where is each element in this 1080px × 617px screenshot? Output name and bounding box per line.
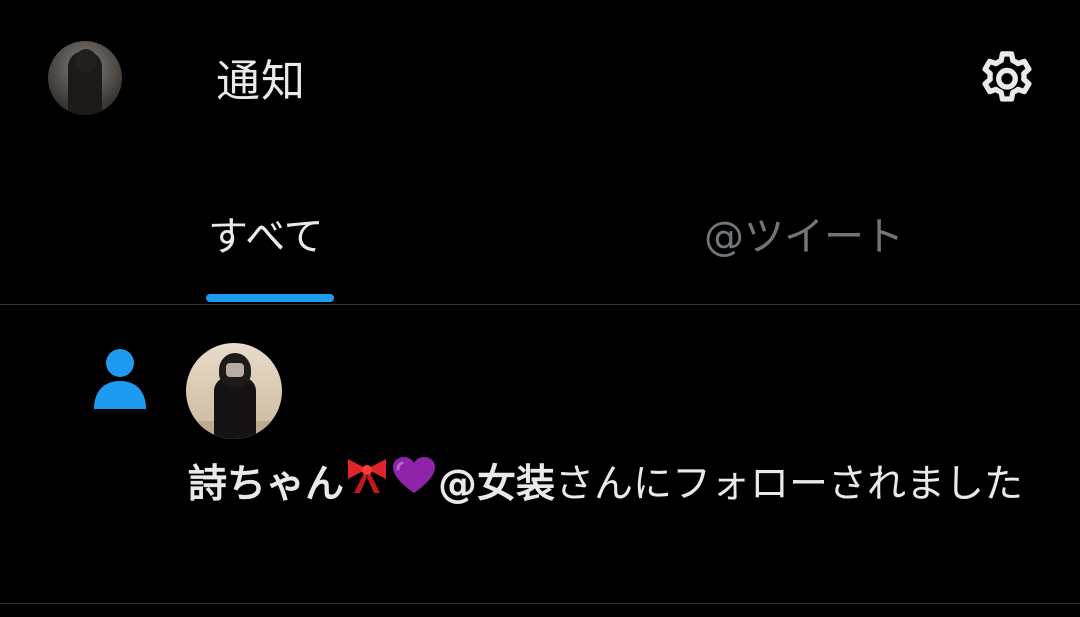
gear-icon <box>982 51 1032 102</box>
action-text: さんにフォローされました <box>555 462 1024 507</box>
notification-tabs: すべて @ツイート <box>0 190 1080 304</box>
avatar-head <box>75 49 97 73</box>
notification-divider <box>0 603 1080 604</box>
active-tab-indicator <box>206 294 334 302</box>
follower-handle-suffix: @女装 <box>438 462 556 507</box>
ribbon-icon <box>344 451 390 515</box>
person-follow-icon <box>94 349 146 409</box>
notification-item[interactable]: 詩ちゃん @女装さんにフォローされました <box>0 305 1080 603</box>
avatar-face <box>226 363 244 377</box>
tab-all-label: すべて <box>208 214 324 260</box>
page-title: 通知 <box>216 56 306 107</box>
notification-text: 詩ちゃん @女装さんにフォローされました <box>188 453 1038 517</box>
settings-button[interactable] <box>972 44 1042 114</box>
tab-all[interactable]: すべて <box>170 190 370 304</box>
tab-mentions-label: @ツイート <box>704 214 904 260</box>
follower-name[interactable]: 詩ちゃん <box>188 462 344 507</box>
purple-heart-icon <box>390 451 438 515</box>
top-app-bar: 通知 <box>0 0 1080 150</box>
tab-mentions[interactable]: @ツイート <box>660 190 960 304</box>
profile-avatar[interactable] <box>48 41 122 115</box>
follower-avatar[interactable] <box>186 343 282 439</box>
